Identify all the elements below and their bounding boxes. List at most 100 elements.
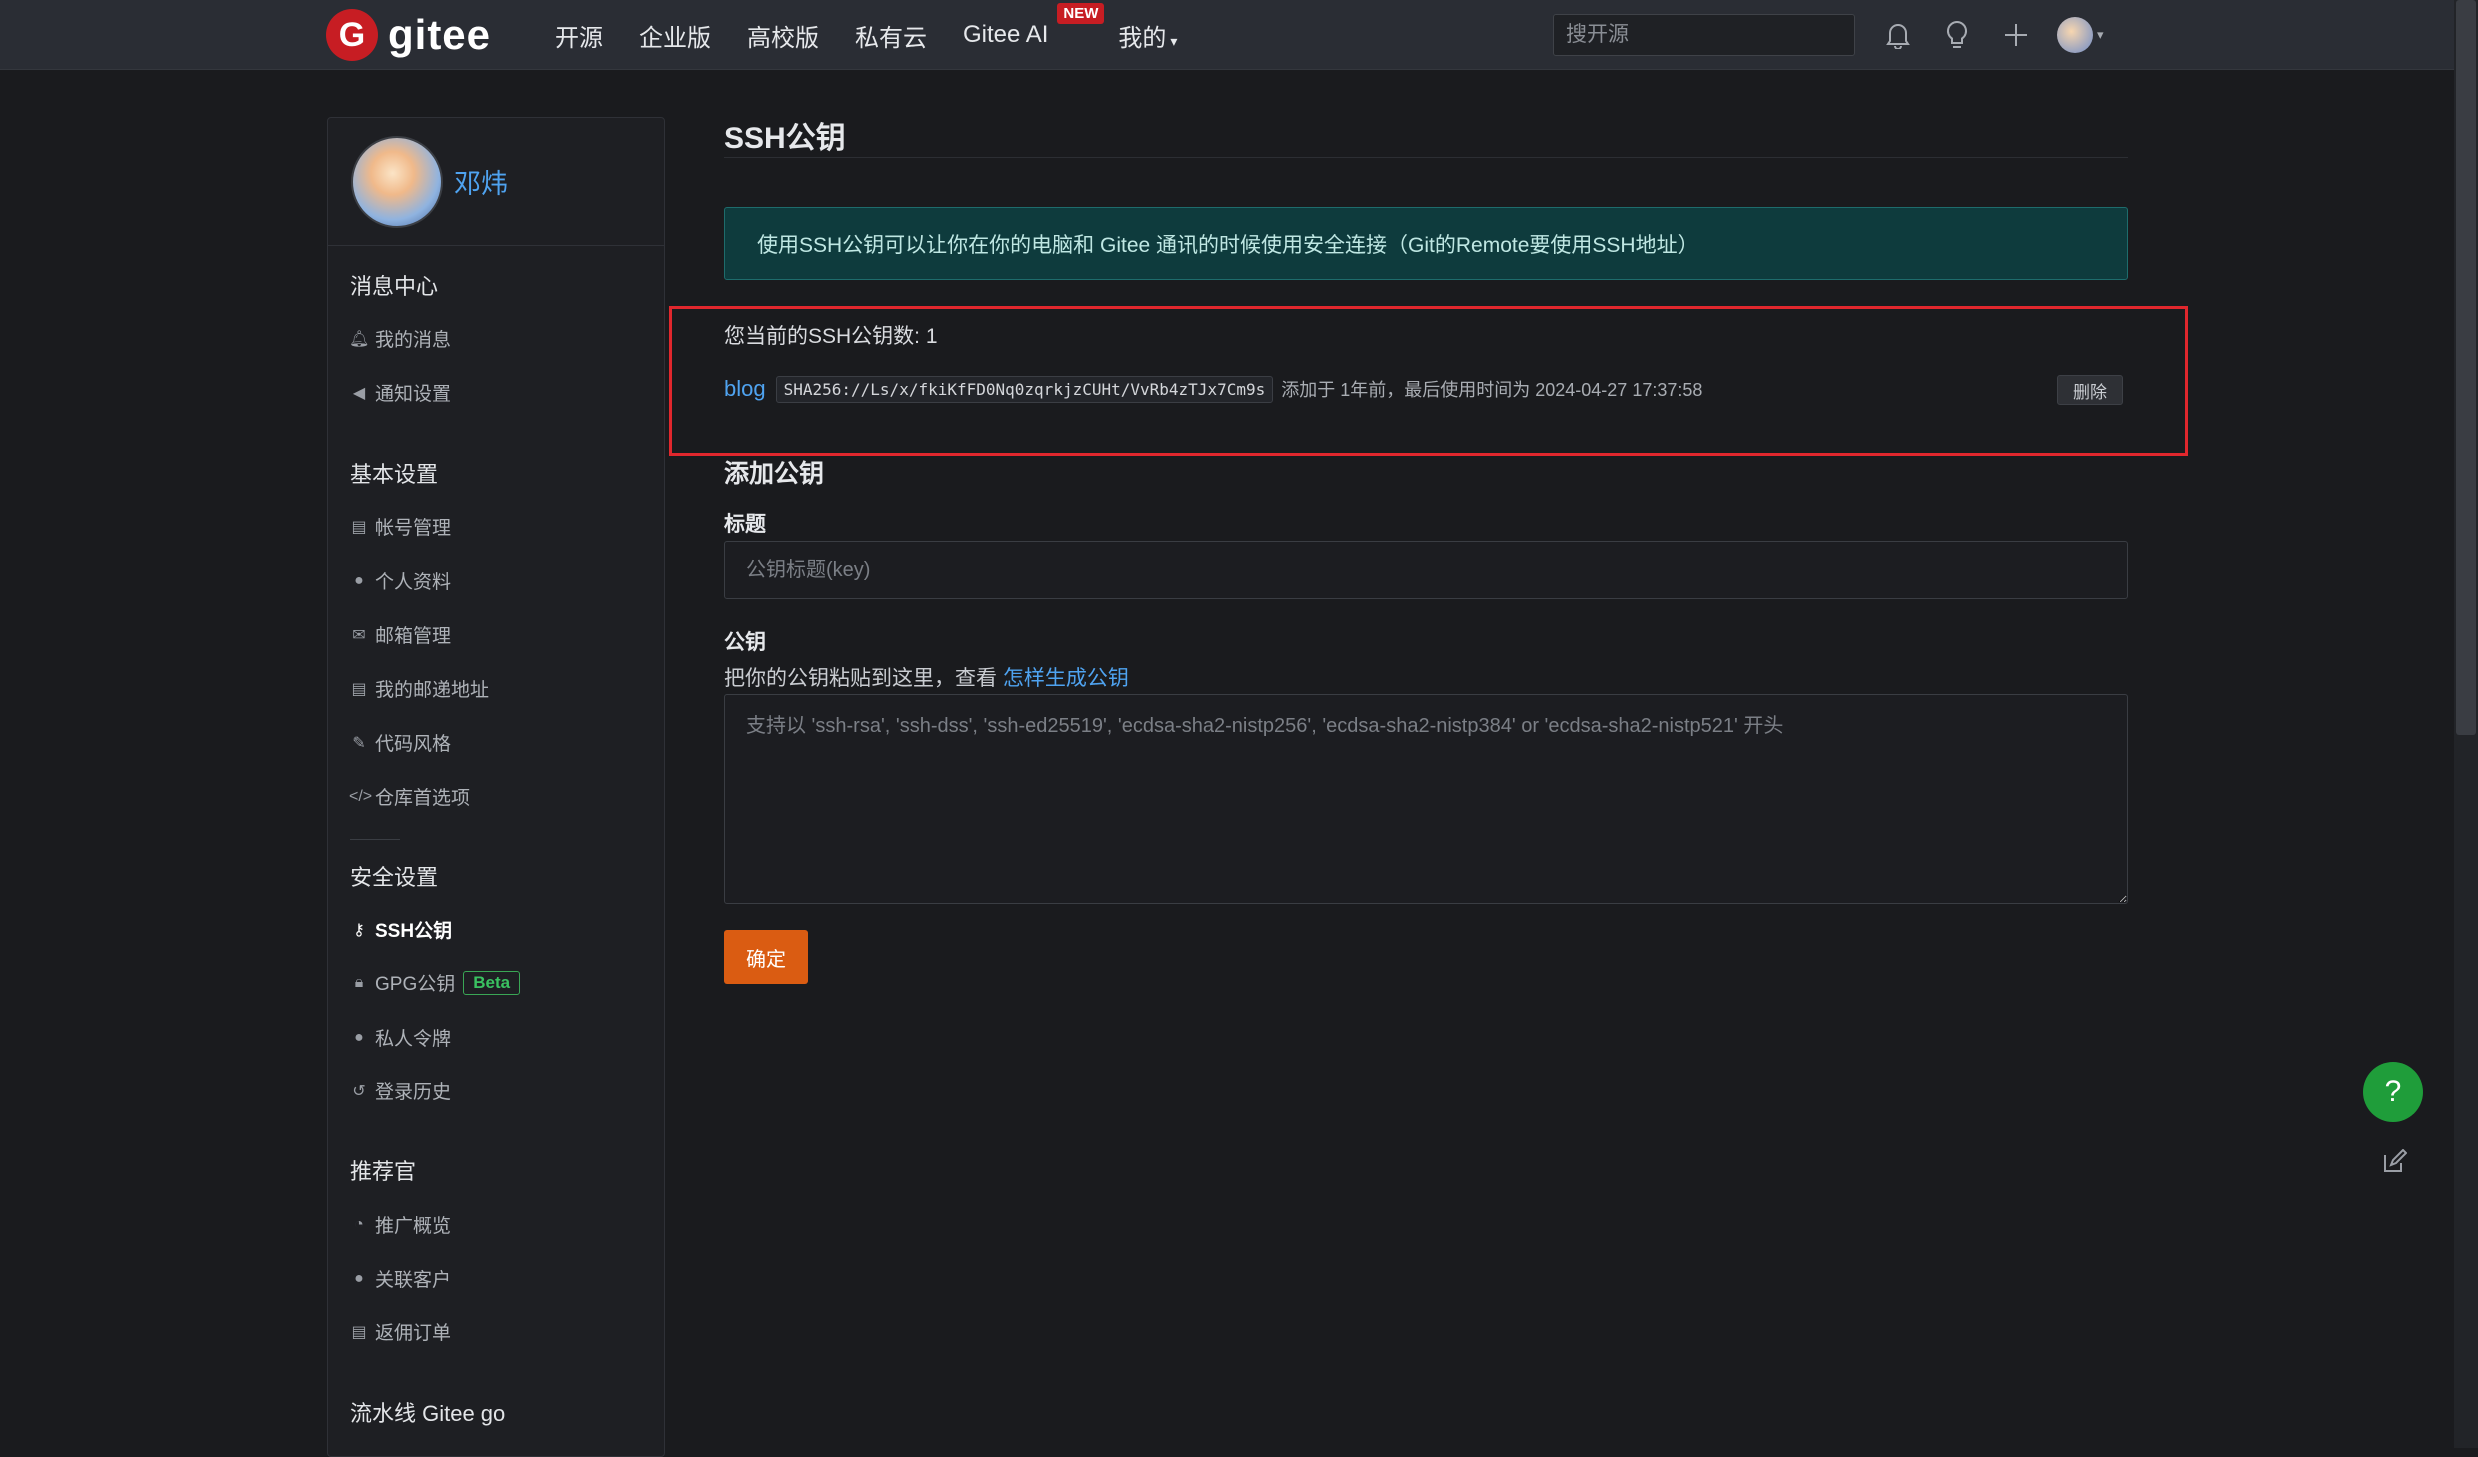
sidebar-item-label: 邮箱管理	[375, 626, 452, 647]
search-input[interactable]	[1553, 14, 1855, 56]
sidebar-item-label: 仓库首选项	[375, 788, 471, 809]
key-icon: ⚷	[353, 921, 365, 939]
sidebar-item-promotion-overview[interactable]: ◔ 推广概览	[349, 1211, 451, 1238]
plus-icon[interactable]	[1998, 17, 2034, 53]
gitee-logo-text: gitee	[388, 11, 492, 58]
ssh-info-banner: 使用SSH公钥可以让你在你的电脑和 Gitee 通讯的时候使用安全连接（Git的…	[724, 207, 2128, 280]
gitee-logo-mark: G	[326, 9, 378, 61]
key-field-label: 公钥	[724, 631, 766, 654]
sidebar-item-ssh-keys[interactable]: ⚷ SSH公钥	[349, 916, 452, 943]
sidebar-item-label: 通知设置	[375, 384, 452, 405]
feedback-edit-icon[interactable]	[2379, 1147, 2409, 1177]
sidebar-item-label: 个人资料	[375, 572, 452, 593]
top-icon-bar: ▾	[1880, 17, 2104, 53]
key-hint: 把你的公钥粘贴到这里，查看 怎样生成公钥	[724, 662, 1129, 692]
user-link-icon: ●	[354, 1269, 364, 1287]
sidebar-item-label: 推广概览	[375, 1216, 452, 1237]
sidebar-item-label: 我的邮递地址	[375, 680, 490, 701]
nav-mine-label: 我的	[1118, 24, 1167, 52]
sidebar-item-my-messages[interactable]: 🔔︎ 我的消息	[349, 325, 451, 352]
sidebar-item-gpg-keys[interactable]: 🔒︎ GPG公钥 Beta	[349, 969, 521, 996]
ssh-key-meta: 添加于 1年前，最后使用时间为 2024-04-27 17:37:58	[1281, 380, 1703, 400]
ssh-key-row: blog SHA256://Ls/x/fkiKfFD0Nq0zqrkjzCUHt…	[724, 374, 2124, 404]
username-link[interactable]: 邓炜	[454, 162, 508, 201]
speaker-icon: ◀︎	[352, 384, 366, 402]
sidebar-divider	[350, 839, 400, 840]
nav-open-source[interactable]: 开源	[555, 18, 603, 53]
caret-down-icon: ▾	[1170, 32, 1178, 49]
receipt-icon: ▤	[351, 1323, 367, 1341]
bell-icon: 🔔︎	[349, 330, 370, 348]
history-icon: ↺	[352, 1082, 366, 1100]
sidebar-item-label: 帐号管理	[375, 518, 452, 539]
bell-icon[interactable]	[1880, 17, 1916, 53]
dashboard-icon: ◔	[354, 1215, 364, 1233]
envelope-icon: ✉	[352, 626, 366, 644]
add-key-heading: 添加公钥	[724, 460, 825, 488]
sidebar-item-label: 私人令牌	[375, 1029, 452, 1050]
section-title-pipeline[interactable]: 流水线 Gitee go	[350, 1396, 505, 1428]
caret-down-icon[interactable]: ▾	[2097, 27, 2104, 43]
nav-mine-dropdown[interactable]: 我的 ▾	[1118, 18, 1177, 53]
nav-enterprise[interactable]: 企业版	[639, 18, 711, 53]
sidebar-item-repo-preferences[interactable]: </> 仓库首选项	[349, 783, 470, 810]
sidebar-item-label: 返佣订单	[375, 1323, 452, 1344]
id-card-icon: ▤	[351, 518, 367, 536]
sidebar-item-code-style[interactable]: ✎ 代码风格	[349, 729, 451, 756]
sidebar-item-label: 我的消息	[375, 330, 452, 351]
title-field-label: 标题	[724, 513, 766, 536]
section-title-messages: 消息中心	[350, 274, 439, 299]
lock-icon: 🔒︎	[354, 973, 364, 991]
key-hint-text: 把你的公钥粘贴到这里，查看	[724, 667, 1003, 690]
user-secret-icon: ●	[354, 1028, 364, 1046]
sidebar-item-label: GPG公钥	[375, 974, 456, 995]
title-divider	[724, 157, 2128, 158]
beta-badge: Beta	[463, 970, 521, 995]
new-badge: NEW	[1057, 3, 1105, 24]
sidebar-item-label: SSH公钥	[375, 921, 453, 942]
sidebar-item-mailing-address[interactable]: ▤ 我的邮递地址	[349, 675, 489, 702]
user-icon: ●	[354, 571, 364, 589]
submit-button[interactable]: 确定	[724, 930, 808, 984]
sidebar-item-account[interactable]: ▤ 帐号管理	[349, 513, 451, 540]
sidebar-item-notification-settings[interactable]: ◀︎ 通知设置	[349, 379, 451, 406]
help-button[interactable]: ?	[2363, 1062, 2423, 1122]
brush-icon: ✎	[352, 734, 366, 752]
gitee-logo[interactable]: G gitee	[326, 9, 492, 61]
sidebar-item-label: 关联客户	[375, 1270, 452, 1291]
top-navbar: G gitee 开源 企业版 高校版 私有云 Gitee AINEW 我的▾ ▾	[0, 0, 2454, 70]
section-title-referral: 推荐官	[350, 1159, 417, 1184]
sidebar-profile: 邓炜	[328, 118, 664, 246]
nav-gitee-ai-label: Gitee AI	[963, 21, 1049, 48]
user-avatar[interactable]	[351, 135, 443, 228]
main-nav: 开源 企业版 高校版 私有云 Gitee AI NEW 我的 ▾	[555, 0, 1213, 70]
sidebar-item-private-tokens[interactable]: ● 私人令牌	[349, 1024, 451, 1051]
key-title-input[interactable]	[724, 541, 2128, 599]
ssh-key-fingerprint: SHA256://Ls/x/fkiKfFD0Nq0zqrkjzCUHt/VvRb…	[775, 375, 1274, 403]
how-to-generate-key-link[interactable]: 怎样生成公钥	[1003, 667, 1129, 690]
ssh-key-count: 您当前的SSH公钥数: 1	[724, 325, 938, 348]
scrollbar-thumb[interactable]	[2456, 0, 2476, 735]
sidebar-item-label: 登录历史	[375, 1082, 452, 1103]
sidebar-item-profile[interactable]: ● 个人资料	[349, 567, 451, 594]
user-avatar-menu[interactable]	[2057, 17, 2093, 53]
sidebar-item-commission-orders[interactable]: ▤ 返佣订单	[349, 1318, 451, 1345]
sidebar-item-email[interactable]: ✉ 邮箱管理	[349, 621, 451, 648]
public-key-textarea[interactable]	[724, 694, 2128, 904]
ssh-key-name[interactable]: blog	[724, 376, 766, 402]
nav-education[interactable]: 高校版	[747, 18, 819, 53]
address-card-icon: ▤	[351, 680, 367, 698]
nav-gitee-ai[interactable]: Gitee AI NEW	[963, 3, 1105, 49]
sidebar-item-label: 代码风格	[375, 734, 452, 755]
delete-key-button[interactable]: 删除	[2057, 375, 2123, 405]
sidebar-item-login-history[interactable]: ↺ 登录历史	[349, 1077, 451, 1104]
ssh-info-text: 使用SSH公钥可以让你在你的电脑和 Gitee 通讯的时候使用安全连接（Git的…	[757, 233, 1699, 257]
lightbulb-icon[interactable]	[1939, 17, 1975, 53]
section-title-basic: 基本设置	[350, 462, 439, 487]
sidebar-item-linked-customers[interactable]: ● 关联客户	[349, 1265, 451, 1292]
nav-private-cloud[interactable]: 私有云	[855, 18, 927, 53]
page-title: SSH公钥	[724, 122, 846, 155]
code-icon: </>	[349, 787, 373, 805]
section-title-security: 安全设置	[350, 865, 439, 890]
settings-sidebar: 邓炜 消息中心 🔔︎ 我的消息 ◀︎ 通知设置 基本设置 ▤ 帐号管理 ● 个人…	[327, 117, 665, 1457]
